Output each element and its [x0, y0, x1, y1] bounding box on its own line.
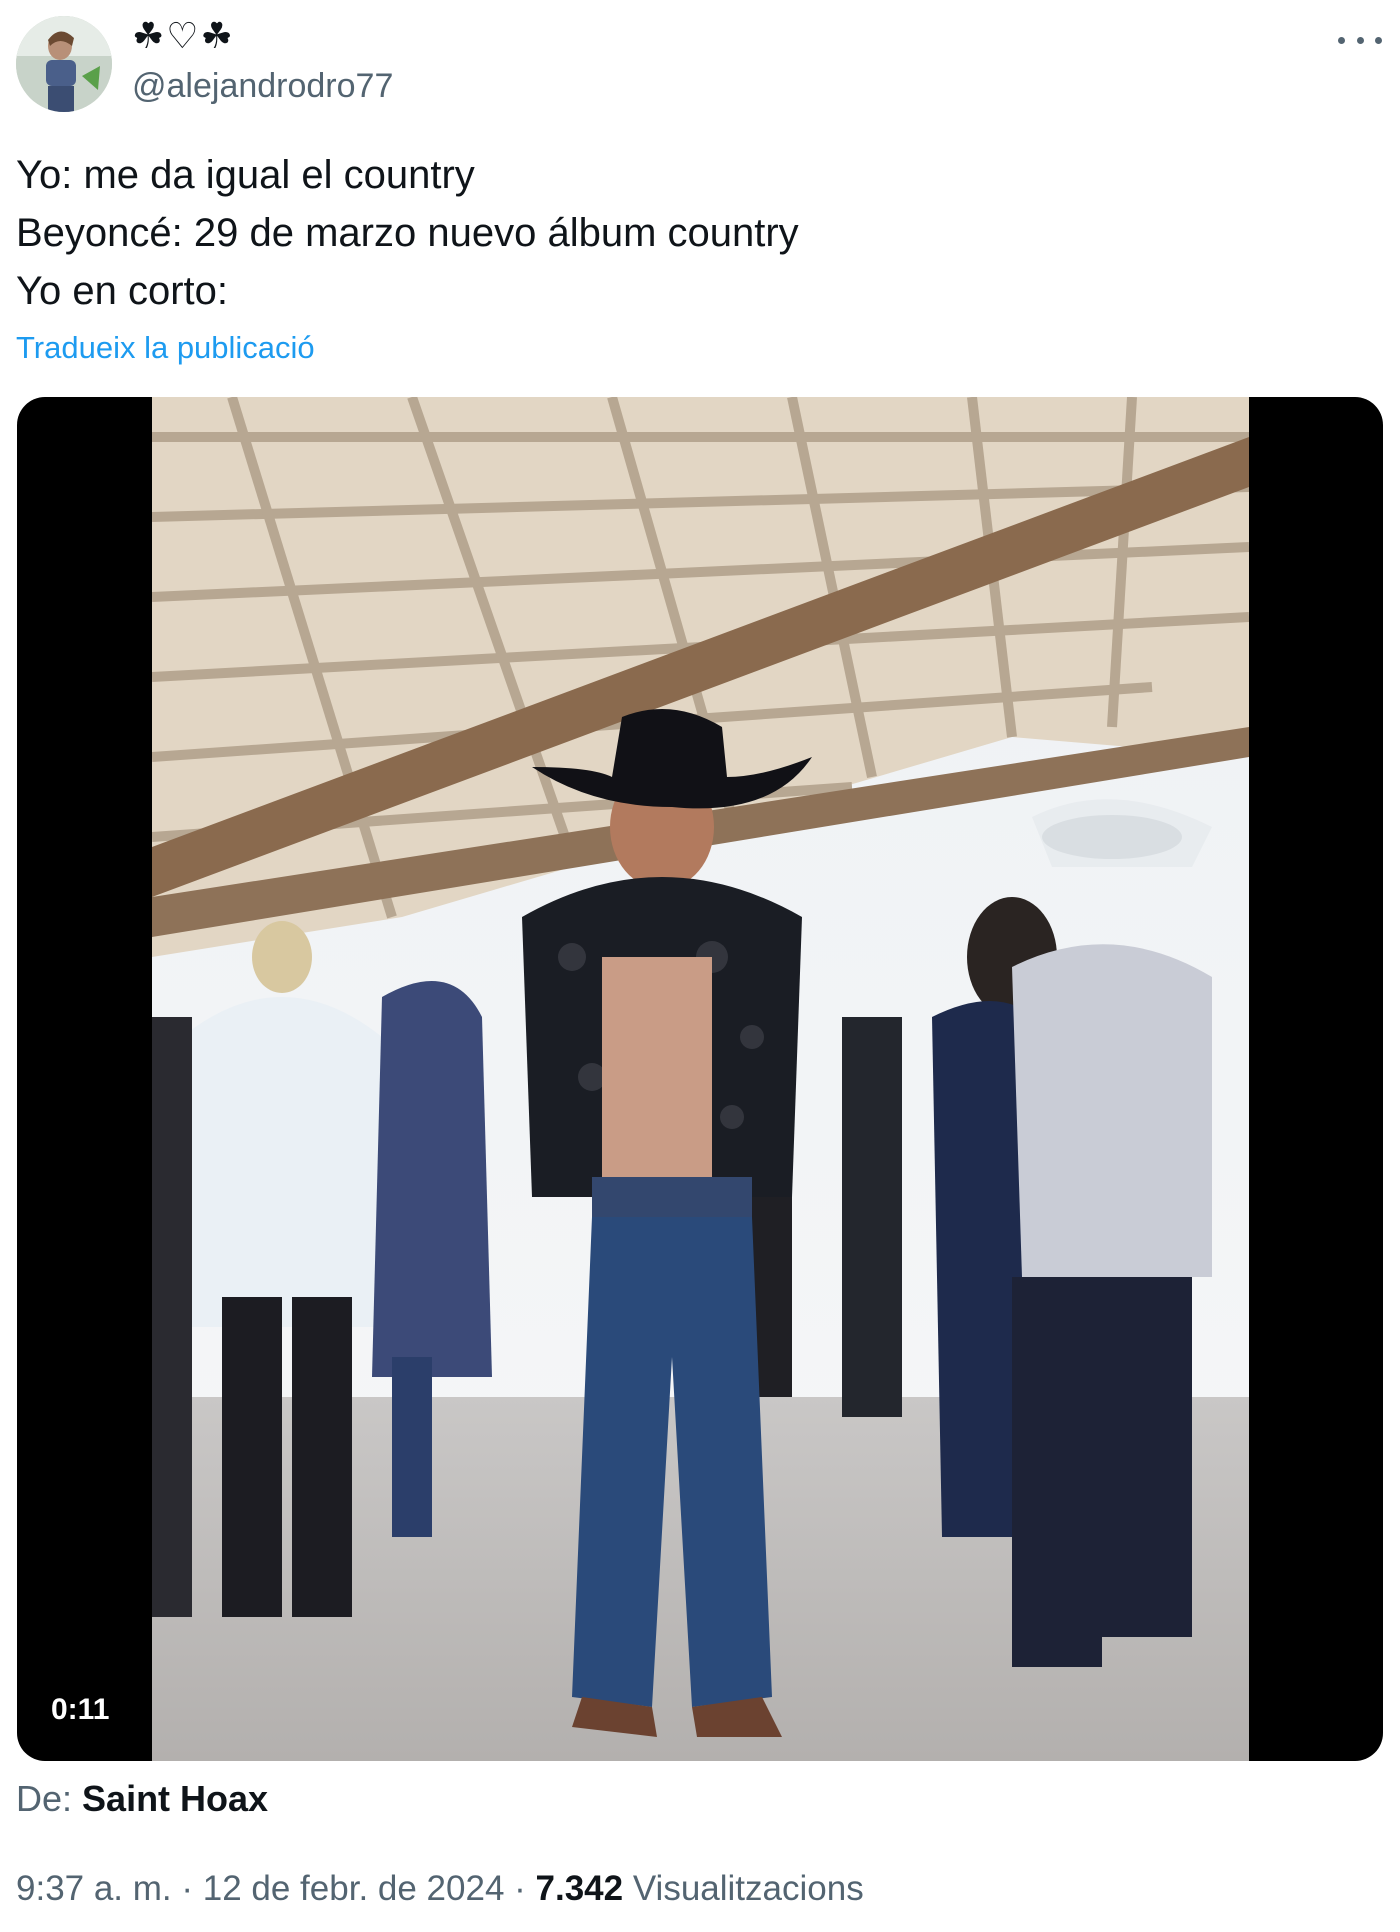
video-duration-badge: 0:11	[37, 1687, 124, 1733]
tweet-line: Yo en corto:	[16, 269, 229, 313]
tweet-line: Yo: me da igual el country	[16, 153, 475, 197]
media-attribution: De: Saint Hoax	[16, 1776, 268, 1822]
more-horizontal-icon[interactable]	[1338, 22, 1382, 58]
meta-separator: ·	[171, 1869, 203, 1908]
tweet-time-link[interactable]: 9:37 a. m.	[16, 1869, 172, 1908]
video-player[interactable]: 0:11	[17, 397, 1383, 1761]
user-avatar[interactable]	[16, 16, 112, 112]
tweet-card: ☘♡☘ @alejandrodro77 Yo: me da igual el c…	[0, 0, 1400, 1932]
video-thumbnail[interactable]	[152, 397, 1249, 1761]
tweet-text: Yo: me da igual el country Beyoncé: 29 d…	[16, 146, 1376, 320]
author-handle[interactable]: @alejandrodro77	[132, 64, 393, 108]
views-label: Visualitzacions	[623, 1869, 864, 1908]
meta-separator: ·	[504, 1869, 536, 1908]
attribution-prefix: De:	[16, 1778, 83, 1819]
tweet-date-link[interactable]: 12 de febr. de 2024	[203, 1869, 505, 1908]
author-display-name[interactable]: ☘♡☘	[132, 14, 235, 58]
views-count[interactable]: 7.342	[536, 1869, 624, 1908]
tweet-line: Beyoncé: 29 de marzo nuevo álbum country	[16, 211, 799, 255]
translate-post-link[interactable]: Tradueix la publicació	[16, 328, 315, 368]
tweet-meta: 9:37 a. m. · 12 de febr. de 2024 · 7.342…	[16, 1866, 864, 1912]
attribution-source-link[interactable]: Saint Hoax	[82, 1778, 268, 1819]
